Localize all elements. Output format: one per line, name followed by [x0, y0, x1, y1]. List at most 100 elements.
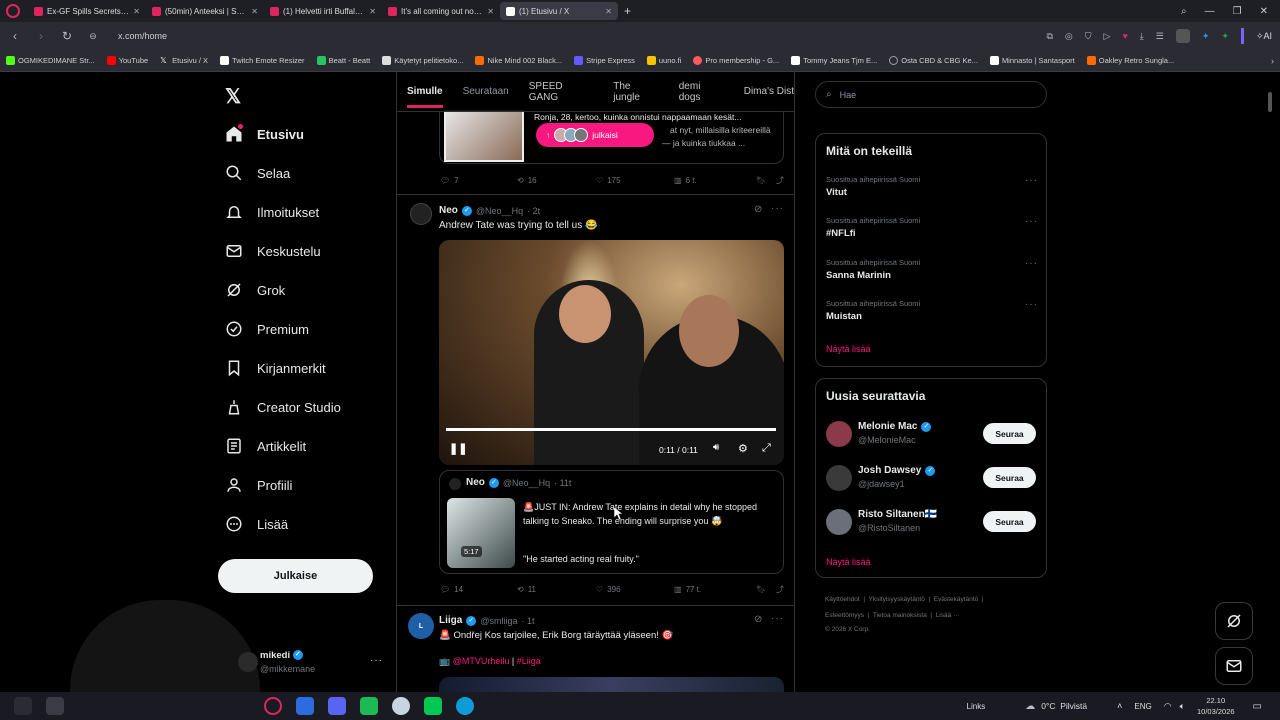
- bookmark-item[interactable]: Osta CBD & CBG Ke...: [889, 56, 978, 65]
- account-switcher[interactable]: mikedi ✓ @mikkemane ···: [238, 650, 388, 680]
- volume-icon[interactable]: 🔈︎: [1180, 701, 1185, 712]
- bookmark-item[interactable]: Twitch Emote Resizer: [220, 56, 305, 65]
- bookmark-item[interactable]: Pro membership - G...: [693, 56, 779, 65]
- close-window-icon[interactable]: ✕: [1260, 6, 1268, 17]
- bookmark-item[interactable]: 𝕏 Etusivu / X: [160, 56, 208, 65]
- sidebar-icon[interactable]: [1240, 28, 1244, 44]
- avatar[interactable]: [410, 203, 432, 225]
- forward-icon[interactable]: ›: [34, 29, 48, 43]
- bookmark-item[interactable]: Beatt - Beatt: [316, 56, 370, 65]
- sidebar-item-more[interactable]: Lisää: [225, 515, 288, 533]
- footer-link[interactable]: Evästekäytäntö: [934, 596, 978, 603]
- messages-float-button[interactable]: [1215, 647, 1253, 685]
- steam-icon[interactable]: [392, 697, 410, 715]
- search-input[interactable]: ⌕ Hae: [815, 81, 1047, 108]
- weather-label[interactable]: 0°C Pilvistä: [1041, 701, 1087, 711]
- tab-for-you[interactable]: Simulle: [407, 86, 443, 108]
- footer-link[interactable]: Käyttöehdot: [825, 596, 860, 603]
- tweet-author-name[interactable]: Liiga: [439, 615, 462, 626]
- download-icon[interactable]: ⤓: [1140, 31, 1144, 42]
- video-player[interactable]: ❚❚ 0:11 / 0:11 🔊︎ ⚙ ⤢: [439, 240, 784, 465]
- ai-button[interactable]: ✧AI: [1256, 31, 1272, 42]
- camera-icon[interactable]: ◎: [1065, 31, 1073, 42]
- sidebar-item-profile[interactable]: Profiili: [225, 476, 292, 494]
- browser-tab[interactable]: (50min) Anteeksi | Suome... ✕: [146, 2, 264, 20]
- profile-icon[interactable]: [1175, 29, 1190, 43]
- bookmark-item[interactable]: Stripe Express: [574, 56, 635, 65]
- more-dots-icon[interactable]: ···: [1025, 258, 1038, 269]
- tweet-time[interactable]: · 2t: [527, 206, 540, 216]
- x-logo-icon[interactable]: 𝕏: [225, 84, 241, 109]
- quoted-tweet[interactable]: Neo ✓ @Neo__Hq · 11t 5:17 🚨JUST IN: Andr…: [439, 470, 784, 574]
- tweet-author-handle[interactable]: @Neo__Hq: [476, 206, 523, 216]
- follow-suggestion[interactable]: Melonie Mac ✓ @MelonieMac Seuraa: [826, 419, 1038, 449]
- opera-icon[interactable]: [264, 697, 282, 715]
- retweet-button[interactable]: ⟲ 11: [517, 585, 596, 594]
- taskview-icon[interactable]: [14, 697, 32, 715]
- trend-item[interactable]: Suosittua aihepiirissä Suomi #NFLfi ···: [826, 216, 1038, 239]
- tab-the-jungle[interactable]: The jungle: [613, 81, 659, 103]
- tweet-author-name[interactable]: Neo: [439, 205, 458, 216]
- tab-following[interactable]: Seurataan: [463, 86, 509, 97]
- url-field[interactable]: x.com/home: [118, 31, 167, 41]
- bookmark-item[interactable]: Minnasto | Santasport: [989, 56, 1075, 65]
- more-dots-icon[interactable]: ···: [771, 613, 784, 624]
- shield-icon[interactable]: ⛉: [1085, 31, 1092, 42]
- back-icon[interactable]: ‹: [8, 29, 22, 43]
- new-tab-icon[interactable]: +: [624, 4, 631, 18]
- taskbar-links[interactable]: Links: [967, 702, 986, 711]
- sidebar-item-bookmarks[interactable]: Kirjanmerkit: [225, 359, 326, 377]
- sidebar-item-home[interactable]: Etusivu: [225, 124, 304, 143]
- bookmarks-overflow-icon[interactable]: ›: [1271, 56, 1274, 66]
- trend-item[interactable]: Suosittua aihepiirissä Suomi Muistan ···: [826, 299, 1038, 322]
- sidebar-item-creator-studio[interactable]: Creator Studio: [225, 398, 341, 416]
- reply-button[interactable]: 💬︎ 14: [440, 585, 517, 594]
- retweet-button[interactable]: ⟲ 16: [517, 176, 596, 185]
- show-more-link[interactable]: Näytä lisää: [826, 557, 871, 567]
- tweet-media[interactable]: [439, 677, 784, 692]
- bookmark-item[interactable]: YouTube: [106, 56, 148, 65]
- bookmark-item[interactable]: Tommy Jeans Tjm E...: [791, 56, 877, 65]
- fullscreen-icon[interactable]: ⤢: [762, 442, 771, 455]
- like-button[interactable]: ♡ 396: [596, 585, 674, 594]
- tweet-time[interactable]: · 1t: [522, 616, 535, 626]
- search-tabs-icon[interactable]: ⌕: [1181, 6, 1187, 17]
- settings-icon[interactable]: ⚙: [738, 442, 748, 455]
- reply-button[interactable]: 💬︎ 7: [440, 176, 517, 185]
- spotify-icon[interactable]: [360, 697, 378, 715]
- browser-logo-icon[interactable]: [6, 4, 20, 18]
- share-icon[interactable]: ⤴: [776, 175, 784, 186]
- heart-icon[interactable]: ♥: [1122, 31, 1127, 41]
- more-dots-icon[interactable]: ···: [1025, 299, 1038, 310]
- more-dots-icon[interactable]: ···: [1025, 175, 1038, 186]
- browser-tab[interactable]: Ex-GF Spills Secrets About... ✕: [28, 2, 146, 20]
- sidebar-item-grok[interactable]: Grok: [225, 281, 285, 299]
- language-indicator[interactable]: ENG: [1134, 702, 1151, 711]
- footer-link[interactable]: Tietoa mainoksista: [873, 612, 927, 619]
- reload-icon[interactable]: ↻: [60, 29, 74, 43]
- views-button[interactable]: ▥ 77 t.: [674, 585, 756, 594]
- video-progress-track[interactable]: [446, 428, 776, 431]
- follow-suggestion[interactable]: Risto Siltanen🇫🇮 @RistoSiltanen Seuraa: [826, 507, 1038, 537]
- sidebar-item-notifications[interactable]: Ilmoitukset: [225, 203, 319, 221]
- pause-icon[interactable]: ❚❚: [449, 442, 467, 455]
- hashtag-link[interactable]: #Liiga: [517, 656, 541, 666]
- extension-icon[interactable]: ✦: [1221, 31, 1229, 42]
- browser-tab[interactable]: It's all coming out now... ✕: [382, 2, 500, 20]
- more-dots-icon[interactable]: ···: [1025, 216, 1038, 227]
- follow-button[interactable]: Seuraa: [983, 467, 1036, 488]
- browser-tab-active[interactable]: (1) Etusivu / X ✕: [500, 2, 618, 20]
- maximize-icon[interactable]: ❐: [1233, 6, 1242, 17]
- grok-float-button[interactable]: [1215, 602, 1253, 640]
- follow-button[interactable]: Seuraa: [983, 423, 1036, 444]
- app-icon[interactable]: [46, 697, 64, 715]
- sidebar-item-articles[interactable]: Artikkelit: [225, 437, 306, 455]
- sidebar-item-messages[interactable]: Keskustelu: [225, 242, 321, 260]
- bookmark-item[interactable]: uuno.fi: [646, 56, 681, 65]
- tweet-author-handle[interactable]: @smliiga: [480, 616, 517, 626]
- lock-icon[interactable]: ⊖: [86, 31, 100, 42]
- minimize-icon[interactable]: —: [1205, 6, 1215, 17]
- close-icon[interactable]: ✕: [251, 7, 258, 16]
- tray-overflow-icon[interactable]: ˄: [1117, 701, 1122, 711]
- sidebar-item-premium[interactable]: Premium: [225, 320, 309, 338]
